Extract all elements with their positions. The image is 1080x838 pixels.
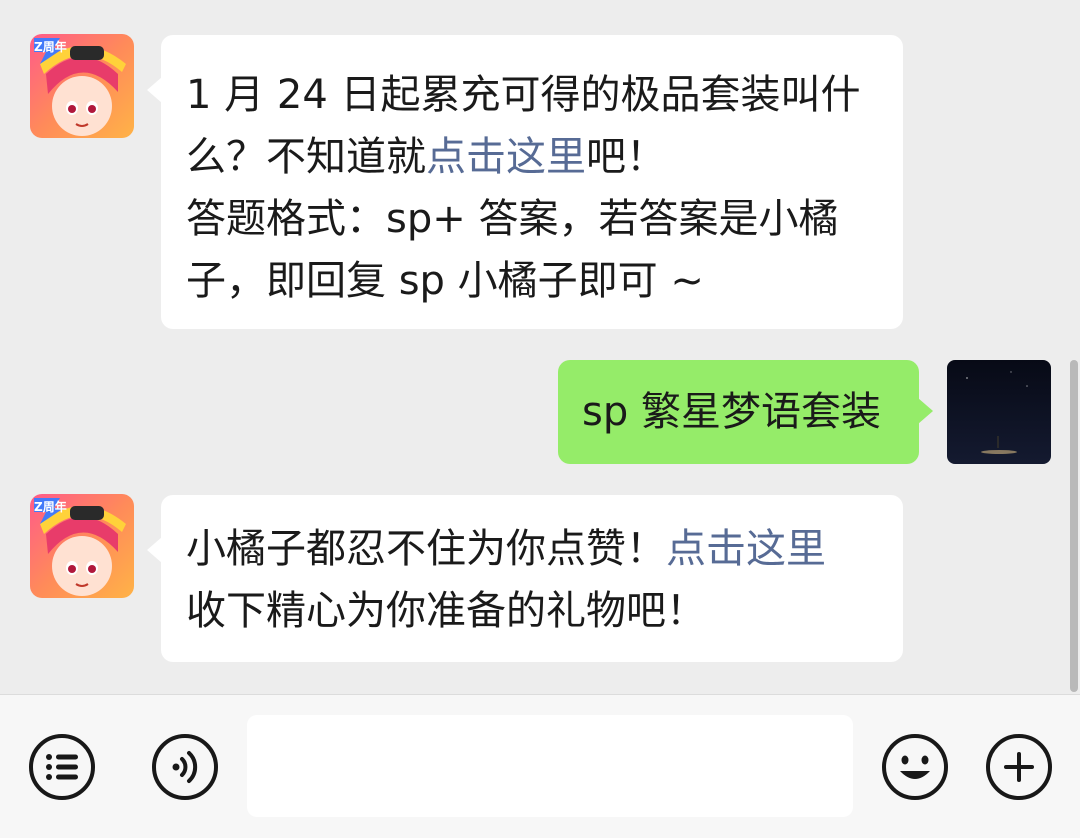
user-avatar[interactable] [947, 360, 1051, 464]
message-line: 收下精心为你准备的礼物吧！ [186, 588, 706, 634]
list-menu-icon[interactable] [28, 733, 96, 801]
message-text: 么？不知道就 [186, 134, 426, 180]
click-here-link[interactable]: 点击这里 [666, 526, 826, 572]
message-line: 1 月 24 日起累充可得的极品套装叫什 [186, 72, 861, 118]
bubble-tail [147, 77, 162, 103]
chat-scrollbar[interactable] [1070, 360, 1078, 692]
voice-icon[interactable] [151, 733, 219, 801]
message-line: 答题格式：sp+ 答案，若答案是小橘 [186, 196, 839, 242]
message-line: sp 繁星梦语套装 [582, 389, 881, 435]
message-line: 小橘子都忍不住为你点赞！点击这里 [186, 518, 879, 580]
incoming-message-bubble[interactable]: 1 月 24 日起累充可得的极品套装叫什 么？不知道就点击这里吧！ 答题格式：s… [147, 35, 903, 329]
bubble-tail [918, 398, 933, 424]
click-here-link[interactable]: 点击这里 [426, 134, 586, 180]
official-account-avatar[interactable]: Z周年 [30, 494, 134, 598]
outgoing-message-bubble[interactable]: sp 繁星梦语套装 [558, 360, 933, 464]
message-line: 么？不知道就点击这里吧！ [186, 126, 879, 188]
chat-area[interactable]: Z周年 1 月 24 日起累充可得的极品套装叫什 么？不知道就点击这里吧！ 答题… [0, 0, 1080, 694]
bubble-tail [147, 537, 162, 563]
moon-night-avatar-image [947, 360, 1051, 464]
plus-icon[interactable] [985, 733, 1053, 801]
incoming-message-bubble[interactable]: 小橘子都忍不住为你点赞！点击这里 收下精心为你准备的礼物吧！ [147, 495, 903, 662]
official-account-avatar[interactable]: Z周年 [30, 34, 134, 138]
input-bar [0, 694, 1080, 838]
message-line: 子，即回复 sp 小橘子即可 ~ [186, 258, 704, 304]
avatar-badge-text: Z周年 [34, 500, 67, 514]
emoji-icon[interactable] [881, 733, 949, 801]
message-text: 吧！ [586, 134, 666, 180]
avatar-badge-text: Z周年 [34, 40, 67, 54]
message-text: 小橘子都忍不住为你点赞！ [186, 526, 666, 572]
message-input[interactable] [247, 715, 853, 817]
